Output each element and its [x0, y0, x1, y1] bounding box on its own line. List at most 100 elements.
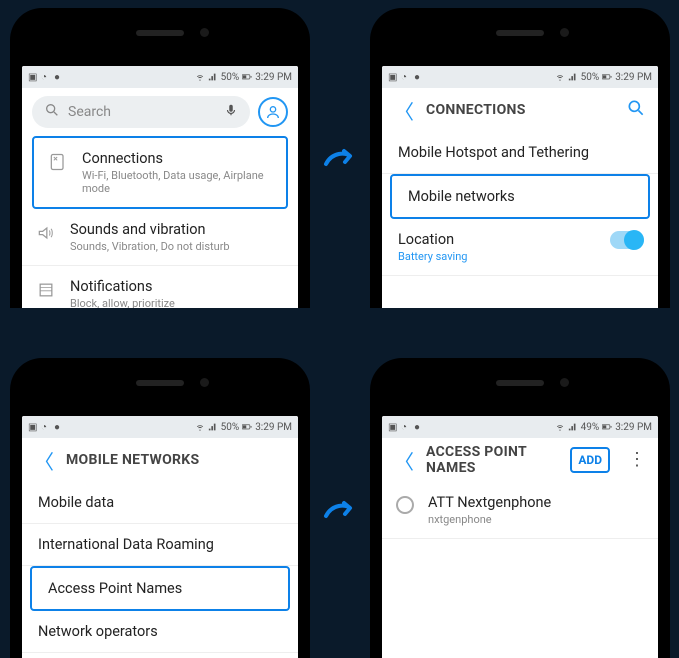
connections-list: Mobile Hotspot and Tethering Mobile netw… — [382, 132, 658, 308]
image-icon: ▣ — [388, 72, 398, 82]
screen-connections: ▣◔● 50% 3:29 PM 〈 CONNECTIONS Mobile Hot… — [382, 66, 658, 308]
page-title: CONNECTIONS — [426, 102, 526, 118]
flow-arrow-icon — [322, 140, 358, 176]
item-title: Mobile networks — [408, 188, 634, 205]
page-title: ACCESS POINT NAMES — [426, 444, 558, 476]
item-subtitle: Block, allow, prioritize — [70, 297, 284, 308]
flow-arrow-icon — [322, 492, 358, 528]
sound-icon — [36, 223, 56, 243]
phone-frame: ▣◔● 49% 3:29 PM 〈 ACCESS POINT NAMES ADD… — [370, 358, 670, 658]
phone-frame: ▣◔● 50% 3:29 PM 〈 MOBILE NETWORKS Mobile… — [10, 358, 310, 658]
item-hotspot[interactable]: Mobile Hotspot and Tethering — [382, 132, 658, 174]
dot-icon: ● — [54, 422, 64, 432]
screen-settings-home: ▣ ◔ ● 50% 3:29 PM — [22, 66, 298, 308]
settings-list: Connections Wi-Fi, Bluetooth, Data usage… — [22, 136, 298, 308]
search-icon[interactable] — [626, 98, 646, 122]
search-placeholder: Search — [68, 104, 111, 120]
back-button[interactable]: 〈 — [34, 446, 54, 475]
clock-text: 3:29 PM — [255, 72, 292, 83]
header-bar: 〈 MOBILE NETWORKS — [22, 438, 298, 482]
clock-icon: ◔ — [401, 422, 411, 432]
clock-text: 3:29 PM — [615, 72, 652, 83]
mic-icon[interactable] — [224, 103, 238, 121]
item-title: Network operators — [38, 623, 284, 640]
phone-camera — [560, 28, 569, 37]
settings-item-notifications[interactable]: Notifications Block, allow, prioritize — [22, 266, 298, 308]
item-title: Notifications — [70, 278, 284, 295]
dot-icon: ● — [414, 72, 424, 82]
battery-text: 50% — [581, 72, 600, 83]
status-bar: ▣◔● 50% 3:29 PM — [22, 416, 298, 438]
notifications-icon — [36, 280, 56, 300]
search-icon — [44, 102, 60, 122]
header-bar: 〈 CONNECTIONS — [382, 88, 658, 132]
location-toggle[interactable] — [610, 231, 644, 249]
header-bar: 〈 ACCESS POINT NAMES ADD ⋮ — [382, 438, 658, 482]
item-network-operators[interactable]: Network operators — [22, 611, 298, 653]
profile-button[interactable] — [258, 97, 288, 127]
signal-icon — [568, 72, 578, 82]
search-field[interactable]: Search — [32, 96, 250, 128]
phone-speaker — [136, 380, 184, 386]
connections-icon — [48, 152, 68, 172]
wifi-icon — [195, 422, 205, 432]
signal-icon — [568, 422, 578, 432]
dot-icon: ● — [414, 422, 424, 432]
back-button[interactable]: 〈 — [394, 96, 414, 125]
phone-frame: ▣ ◔ ● 50% 3:29 PM — [10, 8, 310, 308]
item-title: Sounds and vibration — [70, 221, 284, 238]
item-mobile-networks[interactable]: Mobile networks — [390, 174, 650, 219]
battery-text: 50% — [221, 72, 240, 83]
item-title: Mobile Hotspot and Tethering — [398, 144, 644, 161]
clock-icon: ◔ — [41, 72, 51, 82]
item-subtitle: Battery saving — [398, 250, 596, 263]
phone-camera — [560, 378, 569, 387]
apn-list: ATT Nextgenphone nxtgenphone — [382, 482, 658, 658]
item-location[interactable]: Location Battery saving — [382, 219, 658, 276]
clock-text: 3:29 PM — [615, 422, 652, 433]
phone-camera — [200, 28, 209, 37]
dot-icon: ● — [54, 72, 64, 82]
item-title: International Data Roaming — [38, 536, 284, 553]
search-row: Search — [22, 88, 298, 136]
item-title: Location — [398, 231, 596, 248]
more-icon[interactable]: ⋮ — [628, 451, 646, 469]
screen-mobile-networks: ▣◔● 50% 3:29 PM 〈 MOBILE NETWORKS Mobile… — [22, 416, 298, 658]
page-title: MOBILE NETWORKS — [66, 452, 199, 468]
screen-apn: ▣◔● 49% 3:29 PM 〈 ACCESS POINT NAMES ADD… — [382, 416, 658, 658]
item-title: Mobile data — [38, 494, 284, 511]
image-icon: ▣ — [28, 72, 38, 82]
settings-item-connections[interactable]: Connections Wi-Fi, Bluetooth, Data usage… — [32, 136, 288, 209]
battery-text: 50% — [221, 422, 240, 433]
apn-item[interactable]: ATT Nextgenphone nxtgenphone — [382, 482, 658, 539]
back-button[interactable]: 〈 — [394, 446, 414, 475]
status-bar: ▣ ◔ ● 50% 3:29 PM — [22, 66, 298, 88]
phone-speaker — [496, 380, 544, 386]
add-button[interactable]: ADD — [570, 447, 610, 473]
item-apn[interactable]: Access Point Names — [30, 566, 290, 611]
signal-icon — [208, 422, 218, 432]
battery-icon — [602, 72, 612, 82]
item-mobile-data[interactable]: Mobile data — [22, 482, 298, 524]
phone-speaker — [136, 30, 184, 36]
mobile-networks-list: Mobile data International Data Roaming A… — [22, 482, 298, 658]
battery-icon — [602, 422, 612, 432]
item-subtitle: Sounds, Vibration, Do not disturb — [70, 240, 284, 253]
clock-icon: ◔ — [41, 422, 51, 432]
item-title: Access Point Names — [48, 580, 274, 597]
clock-icon: ◔ — [401, 72, 411, 82]
phone-frame: ▣◔● 50% 3:29 PM 〈 CONNECTIONS Mobile Hot… — [370, 8, 670, 308]
wifi-icon — [555, 72, 565, 82]
image-icon: ▣ — [388, 422, 398, 432]
wifi-icon — [195, 72, 205, 82]
battery-text: 49% — [581, 422, 600, 433]
battery-icon — [242, 422, 252, 432]
phone-speaker — [496, 30, 544, 36]
radio-icon[interactable] — [396, 496, 414, 514]
status-bar: ▣◔● 50% 3:29 PM — [382, 66, 658, 88]
phone-camera — [200, 378, 209, 387]
status-bar: ▣◔● 49% 3:29 PM — [382, 416, 658, 438]
item-intl-roaming[interactable]: International Data Roaming — [22, 524, 298, 566]
settings-item-sounds[interactable]: Sounds and vibration Sounds, Vibration, … — [22, 209, 298, 266]
clock-text: 3:29 PM — [255, 422, 292, 433]
